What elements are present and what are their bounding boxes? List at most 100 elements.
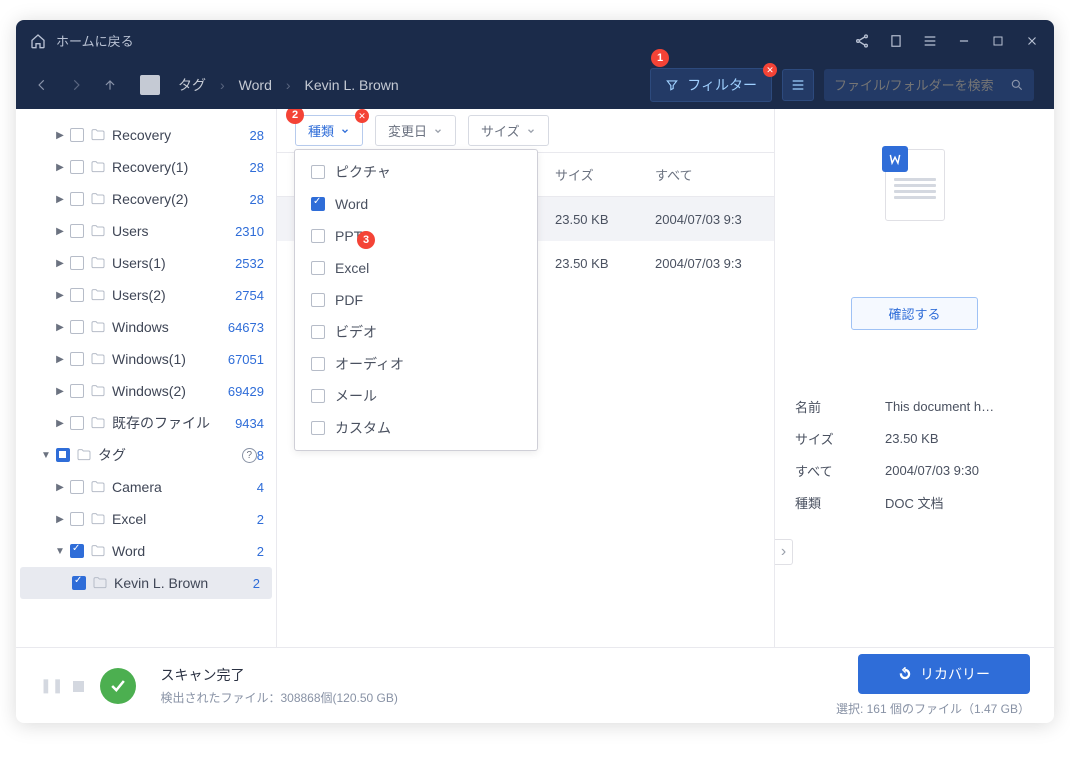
tree-item[interactable]: ▼タグ?8 — [16, 439, 276, 471]
size-filter-button[interactable]: サイズ — [468, 115, 549, 146]
tree-item[interactable]: Kevin L. Brown2 — [20, 567, 272, 599]
breadcrumb[interactable]: タグ › Word › Kevin L. Brown — [178, 75, 399, 95]
scan-status: スキャン完了 — [160, 665, 397, 685]
checkbox[interactable] — [311, 197, 325, 211]
checkbox[interactable] — [72, 576, 86, 590]
tree-item[interactable]: ▶Users(1)2532 — [16, 247, 276, 279]
forward-button[interactable] — [64, 73, 88, 97]
dropdown-item[interactable]: ピクチャ — [295, 156, 537, 188]
tree-count: 2 — [257, 544, 264, 559]
tree-label: Users(2) — [112, 287, 235, 303]
tree-item[interactable]: ▶Excel2 — [16, 503, 276, 535]
detail-row: すべて2004/07/03 9:30 — [795, 454, 1034, 486]
type-filter-clear[interactable]: ✕ — [355, 109, 369, 123]
dropdown-item[interactable]: オーディオ — [295, 348, 537, 380]
date-filter-button[interactable]: 変更日 — [375, 115, 456, 146]
checkbox[interactable] — [311, 165, 325, 179]
bookmark-icon[interactable] — [888, 33, 904, 49]
tree-item[interactable]: ▶Windows(2)69429 — [16, 375, 276, 407]
checkbox[interactable] — [70, 128, 84, 142]
search-icon[interactable] — [1010, 78, 1024, 92]
tree-item[interactable]: ▼Word2 — [16, 535, 276, 567]
up-button[interactable] — [98, 73, 122, 97]
close-icon[interactable] — [1024, 33, 1040, 49]
dropdown-item[interactable]: ビデオ — [295, 316, 537, 348]
tree-item[interactable]: ▶Users2310 — [16, 215, 276, 247]
dropdown-item[interactable]: カスタム — [295, 412, 537, 444]
crumb-level2[interactable]: Kevin L. Brown — [305, 77, 399, 93]
col-date[interactable]: すべて — [655, 165, 774, 184]
crumb-root[interactable]: タグ — [178, 75, 206, 95]
search-box[interactable] — [824, 69, 1034, 101]
checkbox[interactable] — [70, 224, 84, 238]
checkbox[interactable] — [70, 512, 84, 526]
maximize-icon[interactable] — [990, 33, 1006, 49]
checkbox[interactable] — [56, 448, 70, 462]
tree-item[interactable]: ▶Recovery(1)28 — [16, 151, 276, 183]
tree-item[interactable]: ▶Camera4 — [16, 471, 276, 503]
checkbox[interactable] — [311, 293, 325, 307]
col-size[interactable]: サイズ — [555, 165, 655, 184]
help-icon[interactable]: ? — [242, 448, 257, 463]
checkbox[interactable] — [70, 384, 84, 398]
checkbox[interactable] — [70, 480, 84, 494]
type-dropdown[interactable]: ピクチャWordPPTExcelPDFビデオオーディオメールカスタム — [294, 149, 538, 451]
type-filter-button[interactable]: 種類 2 ✕ — [295, 115, 363, 146]
sidebar-tree[interactable]: ▶Recovery28▶Recovery(1)28▶Recovery(2)28▶… — [16, 109, 277, 647]
detail-row: 種類DOC 文档 — [795, 486, 1034, 518]
tree-item[interactable]: ▶Recovery28 — [16, 119, 276, 151]
checkbox[interactable] — [311, 421, 325, 435]
recover-button[interactable]: リカバリー — [858, 654, 1030, 694]
confirm-button[interactable]: 確認する — [851, 297, 977, 330]
checkbox[interactable] — [311, 229, 325, 243]
dropdown-item[interactable]: PPT — [295, 220, 537, 252]
home-link[interactable]: ホームに戻る — [30, 31, 134, 50]
checkbox[interactable] — [70, 288, 84, 302]
chevron-right-icon: › — [220, 77, 225, 93]
tree-label: Recovery(2) — [112, 191, 250, 207]
search-input[interactable] — [834, 78, 1010, 93]
checkbox[interactable] — [70, 256, 84, 270]
pause-icon[interactable]: ❚❚ — [40, 677, 63, 694]
stop-icon[interactable] — [73, 681, 84, 692]
chevron-right-icon: › — [286, 77, 291, 93]
tree-item[interactable]: ▶既存のファイル9434 — [16, 407, 276, 439]
tree-count: 2532 — [235, 256, 264, 271]
tree-item[interactable]: ▶Recovery(2)28 — [16, 183, 276, 215]
dropdown-item[interactable]: Word — [295, 188, 537, 220]
detail-row: サイズ23.50 KB — [795, 422, 1034, 454]
dropdown-item[interactable]: メール — [295, 380, 537, 412]
filter-button[interactable]: フィルター ✕ — [650, 68, 772, 102]
list-view-button[interactable] — [782, 69, 814, 101]
checkbox[interactable] — [70, 160, 84, 174]
tree-item[interactable]: ▶Users(2)2754 — [16, 279, 276, 311]
checkbox[interactable] — [311, 357, 325, 371]
tree-label: Recovery — [112, 127, 250, 143]
dropdown-item[interactable]: PDF — [295, 284, 537, 316]
checkbox[interactable] — [311, 389, 325, 403]
collapse-handle[interactable]: › — [775, 539, 793, 565]
tree-label: Excel — [112, 511, 257, 527]
checkbox[interactable] — [311, 261, 325, 275]
checkbox[interactable] — [311, 325, 325, 339]
checkbox[interactable] — [70, 544, 84, 558]
tree-count: 8 — [257, 448, 264, 463]
checkbox[interactable] — [70, 320, 84, 334]
checkbox[interactable] — [70, 416, 84, 430]
done-icon — [100, 668, 136, 704]
share-icon[interactable] — [854, 33, 870, 49]
tree-count: 9434 — [235, 416, 264, 431]
menu-icon[interactable] — [922, 33, 938, 49]
home-label: ホームに戻る — [56, 31, 134, 50]
minimize-icon[interactable] — [956, 33, 972, 49]
filter-clear-badge[interactable]: ✕ — [763, 63, 777, 77]
checkbox[interactable] — [70, 192, 84, 206]
tree-item[interactable]: ▶Windows(1)67051 — [16, 343, 276, 375]
tree-item[interactable]: ▶Windows64673 — [16, 311, 276, 343]
checkbox[interactable] — [70, 352, 84, 366]
tree-count: 2310 — [235, 224, 264, 239]
dropdown-item[interactable]: Excel — [295, 252, 537, 284]
back-button[interactable] — [30, 73, 54, 97]
crumb-level1[interactable]: Word — [239, 77, 272, 93]
tree-label: Camera — [112, 479, 257, 495]
